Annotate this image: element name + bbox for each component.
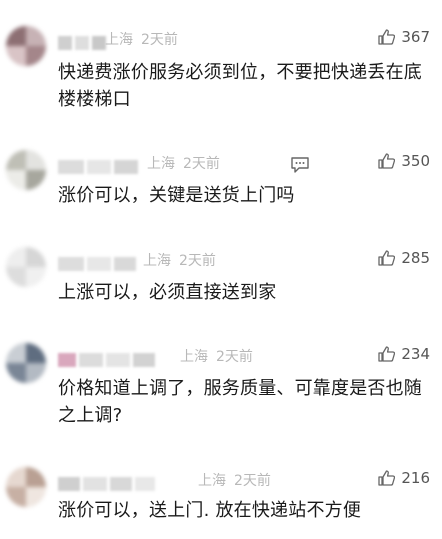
comment-text: 价格知道上调了，服务质量、可靠度是否也随之上调? [58, 378, 422, 426]
like-count: 234 [401, 345, 430, 363]
avatar[interactable] [6, 343, 46, 383]
comment-meta: 上海 2天前 [198, 470, 271, 490]
timestamp: 2天前 [234, 473, 271, 489]
thumbs-up-icon [378, 153, 396, 169]
username-redacted[interactable] [58, 477, 155, 491]
location: 上海 [143, 253, 171, 269]
comment-text: 上涨可以，必须直接送到家 [58, 282, 277, 303]
username-redacted[interactable] [58, 257, 136, 271]
location: 上海 [147, 156, 175, 172]
username-redacted[interactable] [58, 160, 138, 174]
thumbs-up-icon [378, 346, 396, 362]
like-button[interactable]: 216 [378, 469, 430, 487]
username-redacted[interactable] [58, 36, 106, 50]
username-redacted[interactable] [58, 353, 155, 367]
thumbs-up-icon [378, 470, 396, 486]
location: 上海 [198, 473, 226, 489]
location: 上海 [180, 349, 208, 365]
thumbs-up-icon [378, 250, 396, 266]
location: 上海 [105, 32, 133, 48]
comment-meta: 上海 2天前 [180, 346, 253, 366]
like-button[interactable]: 285 [378, 249, 430, 267]
comment-meta: 上海 2天前 [147, 153, 220, 173]
like-button[interactable]: 234 [378, 345, 430, 363]
timestamp: 2天前 [141, 32, 178, 48]
avatar[interactable] [6, 150, 46, 190]
like-button[interactable]: 367 [378, 28, 430, 46]
like-count: 285 [401, 249, 430, 267]
comment-meta: 上海 2天前 [143, 250, 216, 270]
avatar[interactable] [6, 26, 46, 66]
timestamp: 2天前 [183, 156, 220, 172]
comment-text: 涨价可以，送上门. 放在快递站不方便 [58, 500, 362, 521]
like-count: 350 [401, 152, 430, 170]
avatar[interactable] [6, 467, 46, 507]
like-button[interactable]: 350 [378, 152, 430, 170]
avatar[interactable] [6, 247, 46, 287]
timestamp: 2天前 [216, 349, 253, 365]
comment-meta: 上海 2天前 [105, 29, 178, 49]
like-count: 216 [401, 469, 430, 487]
thumbs-up-icon [378, 29, 396, 45]
comment-bubble-icon[interactable] [290, 156, 310, 174]
like-count: 367 [401, 28, 430, 46]
timestamp: 2天前 [179, 253, 216, 269]
comment-text: 涨价可以，关键是送货上门吗 [58, 185, 295, 206]
comment-text: 快递费涨价服务必须到位，不要把快递丢在底楼楼梯口 [58, 62, 422, 110]
